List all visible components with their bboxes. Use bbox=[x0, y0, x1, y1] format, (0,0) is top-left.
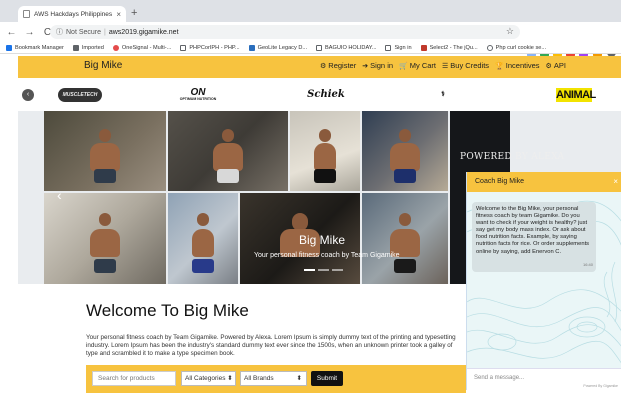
forward-button[interactable]: → bbox=[23, 27, 36, 38]
new-tab-button[interactable]: + bbox=[131, 6, 137, 20]
close-icon[interactable]: × bbox=[613, 172, 618, 192]
bookmark-item[interactable]: GeoLite Legacy D... bbox=[248, 44, 307, 51]
hero-photo bbox=[44, 111, 166, 191]
nav-buy-credits[interactable]: ☰ Buy Credits bbox=[442, 61, 489, 70]
star-icon bbox=[6, 44, 12, 51]
page-icon bbox=[385, 44, 392, 51]
welcome-text: Your personal fitness coach by Team Giga… bbox=[86, 334, 456, 357]
nav-api[interactable]: ⚙ API bbox=[546, 61, 566, 70]
brand-select[interactable]: All Brands ⬍ bbox=[240, 371, 307, 386]
slide-indicator[interactable] bbox=[318, 269, 329, 271]
page-icon bbox=[180, 44, 187, 51]
credits-icon: ☰ bbox=[442, 62, 449, 70]
back-button[interactable]: ← bbox=[5, 27, 18, 38]
hero-photo bbox=[290, 111, 360, 191]
bookmark-item[interactable]: OneSignal - Multi-... bbox=[112, 44, 171, 51]
category-select[interactable]: All Categories ⬍ bbox=[181, 371, 236, 386]
address-bar-row: ← → C ⓘ Not Secure | aws2019.gigamike.ne… bbox=[0, 22, 621, 57]
hero-photo bbox=[168, 111, 288, 191]
chat-credit: Powered By Gigamike bbox=[583, 384, 618, 388]
bookmark-item[interactable]: BAGUIO HOLIDAY... bbox=[316, 44, 376, 51]
hero-subtitle: Your personal fitness coach by Team Giga… bbox=[254, 252, 400, 259]
browser-tab[interactable]: AWS Hackdays Philippines 201 × bbox=[18, 6, 126, 22]
brand-logo-optimum-nutrition[interactable]: ON OPTIMUM NUTRITION bbox=[178, 88, 218, 102]
hero-title: Big Mike bbox=[299, 233, 346, 247]
bookmark-star-icon[interactable]: ☆ bbox=[506, 26, 514, 37]
powered-by-alexa: POWERED BY ALEXA bbox=[460, 152, 565, 162]
chat-header[interactable]: Coach Big Mike × bbox=[467, 172, 621, 192]
nav-incentives[interactable]: 🏆 Incentives bbox=[495, 61, 540, 70]
chat-message-bubble: Welcome to the Big Mike, your personal f… bbox=[472, 202, 596, 272]
brand-carousel: ‹ MUSCLETECH ON OPTIMUM NUTRITION Schiek… bbox=[18, 80, 621, 110]
search-input[interactable]: Search for products bbox=[92, 371, 176, 386]
nav-register[interactable]: ⚙ Register bbox=[320, 61, 356, 70]
globe-icon bbox=[486, 44, 493, 51]
slide-indicator[interactable] bbox=[332, 269, 343, 271]
close-tab-icon[interactable]: × bbox=[116, 10, 121, 19]
hero-photo bbox=[168, 193, 238, 284]
chevron-down-icon: ⬍ bbox=[296, 375, 302, 382]
bookmark-favicon bbox=[248, 44, 255, 51]
chat-title: Coach Big Mike bbox=[475, 178, 525, 185]
hero-prev-arrow[interactable]: ‹ bbox=[57, 187, 62, 203]
trophy-icon: 🏆 bbox=[495, 62, 504, 70]
sign-in-icon: ➔ bbox=[362, 62, 369, 70]
chat-message-time: 16:40 bbox=[583, 262, 594, 267]
welcome-title: Welcome To Big Mike bbox=[86, 301, 249, 320]
register-icon: ⚙ bbox=[320, 62, 327, 70]
brand-logo-animal[interactable]: ANIMAL bbox=[556, 88, 596, 102]
browser-tabstrip: AWS Hackdays Philippines 201 × + bbox=[0, 0, 621, 22]
carousel-prev-button[interactable]: ‹ bbox=[22, 89, 34, 101]
product-search-bar: Search for products All Categories ⬍ All… bbox=[86, 365, 466, 393]
nav-my-cart[interactable]: 🛒 My Cart bbox=[399, 61, 436, 70]
url-separator: | bbox=[104, 28, 106, 36]
brand-logo-muscletech[interactable]: MUSCLETECH bbox=[58, 88, 102, 102]
bookmark-favicon bbox=[112, 44, 119, 51]
site-header: Big Mike ⚙ Register ➔ Sign in 🛒 My Cart ☰ Bu… bbox=[18, 56, 621, 78]
hero-photo bbox=[362, 193, 448, 284]
bookmarks-bar: Bookmark Manager Imported OneSignal - Mu… bbox=[0, 42, 621, 54]
bookmark-item[interactable]: Imported bbox=[72, 44, 104, 51]
slide-indicator[interactable] bbox=[304, 269, 315, 271]
site-brand[interactable]: Big Mike bbox=[84, 60, 122, 71]
bookmark-item[interactable]: Php curl cookie se... bbox=[486, 44, 546, 51]
bookmark-item[interactable]: Sign in bbox=[385, 44, 412, 51]
bookmark-item[interactable]: Select2 - The jQu... bbox=[420, 44, 478, 51]
hero-photo bbox=[44, 193, 166, 284]
bookmark-favicon bbox=[420, 44, 427, 51]
cart-icon: 🛒 bbox=[399, 62, 408, 70]
nav-sign-in[interactable]: ➔ Sign in bbox=[362, 61, 393, 70]
brand-logo-schiek[interactable]: Schiek bbox=[304, 88, 348, 102]
url-bar[interactable]: ⓘ Not Secure | aws2019.gigamike.net ☆ bbox=[50, 25, 520, 39]
page-icon bbox=[23, 10, 30, 18]
tab-title: AWS Hackdays Philippines 201 bbox=[34, 10, 113, 18]
info-icon[interactable]: ⓘ bbox=[56, 27, 63, 37]
folder-icon bbox=[72, 44, 79, 51]
top-nav: ⚙ Register ➔ Sign in 🛒 My Cart ☰ Buy Credits… bbox=[320, 61, 572, 70]
url-text[interactable]: aws2019.gigamike.net bbox=[109, 29, 179, 36]
brand-logo-emblem[interactable]: ⚕ bbox=[428, 88, 458, 102]
hero-photo bbox=[362, 111, 448, 191]
bookmark-item[interactable]: PHPCorIPH - PHP... bbox=[180, 44, 240, 51]
security-label: Not Secure bbox=[66, 28, 102, 36]
page-icon bbox=[316, 44, 323, 51]
search-submit-button[interactable]: Submit bbox=[311, 371, 343, 386]
chat-widget: Coach Big Mike × Welcome to the Big Mike… bbox=[466, 172, 621, 390]
api-icon: ⚙ bbox=[545, 62, 552, 70]
bookmark-item[interactable]: Bookmark Manager bbox=[6, 44, 64, 51]
hero-slide-indicators bbox=[304, 269, 346, 271]
